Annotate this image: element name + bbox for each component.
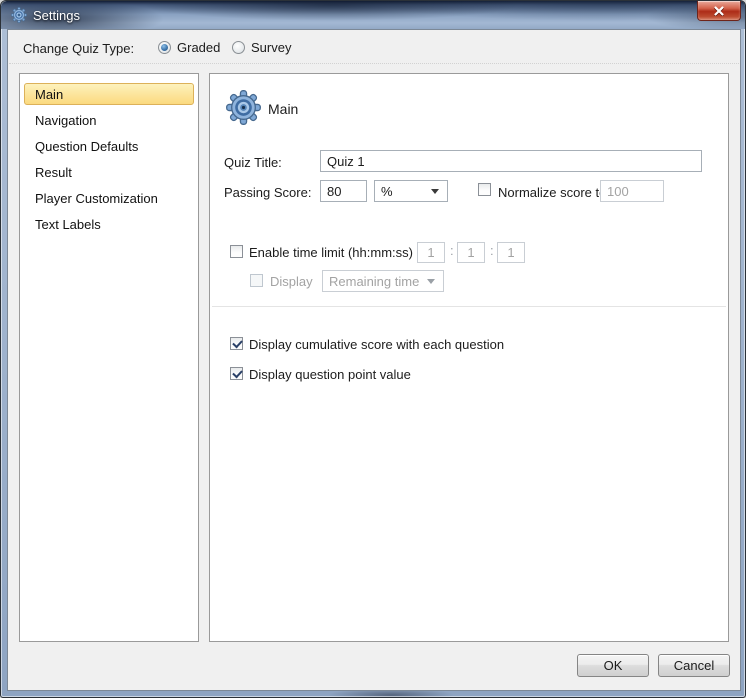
display-time-dropdown: Remaining time [322, 270, 444, 292]
passing-score-input[interactable] [320, 180, 367, 202]
cumulative-score-checkbox[interactable] [230, 337, 243, 350]
chevron-down-icon [427, 279, 435, 284]
radio-survey-circle[interactable] [232, 41, 245, 54]
point-value-checkbox[interactable] [230, 367, 243, 380]
sidebar-item-main[interactable]: Main [24, 83, 194, 105]
cumulative-score-label: Display cumulative score with each quest… [249, 337, 505, 352]
sidebar-item-text-labels[interactable]: Text Labels [24, 213, 194, 235]
radio-graded[interactable]: Graded [158, 40, 220, 55]
header-separator [9, 63, 739, 64]
enable-time-limit-checkbox[interactable] [230, 245, 243, 258]
normalize-score-label: Normalize score to: [498, 185, 610, 200]
time-colon: : [450, 243, 454, 258]
passing-score-unit-dropdown[interactable]: % [374, 180, 448, 202]
time-limit-hours-input [417, 242, 445, 263]
sidebar-item-navigation[interactable]: Navigation [24, 109, 194, 131]
window-title: Settings [33, 8, 80, 23]
close-icon [714, 5, 724, 16]
display-time-value: Remaining time [329, 273, 420, 289]
title-bar[interactable]: Settings [1, 1, 745, 29]
radio-survey-label: Survey [251, 40, 292, 55]
sidebar-item-result[interactable]: Result [24, 161, 194, 183]
quiz-title-label: Quiz Title: [224, 155, 282, 170]
time-colon: : [490, 243, 494, 258]
display-time-label: Display [270, 274, 313, 289]
settings-dialog: Settings Change Quiz Type: Graded Survey… [0, 0, 746, 698]
passing-score-unit-value: % [381, 183, 393, 199]
change-quiz-type-label: Change Quiz Type: [23, 41, 135, 56]
settings-sidebar: Main Navigation Question Defaults Result… [19, 73, 199, 642]
main-settings-panel: Main Quiz Title: Passing Score: % Normal… [209, 73, 729, 642]
passing-score-label: Passing Score: [224, 185, 312, 200]
panel-heading: Main [268, 101, 299, 117]
time-limit-minutes-input [457, 242, 485, 263]
radio-survey[interactable]: Survey [232, 40, 291, 55]
normalize-score-checkbox[interactable] [478, 183, 491, 196]
quiz-title-input[interactable] [320, 150, 702, 172]
chevron-down-icon [431, 189, 439, 194]
gear-icon [11, 7, 27, 23]
time-limit-seconds-input [497, 242, 525, 263]
ok-button[interactable]: OK [577, 654, 649, 677]
close-button[interactable] [697, 1, 741, 21]
radio-graded-circle[interactable] [158, 41, 171, 54]
sidebar-item-player-customization[interactable]: Player Customization [24, 187, 194, 209]
section-separator [212, 306, 726, 307]
point-value-label: Display question point value [249, 367, 411, 382]
sidebar-item-question-defaults[interactable]: Question Defaults [24, 135, 194, 157]
gear-icon [226, 90, 261, 125]
enable-time-limit-label: Enable time limit (hh:mm:ss) [249, 245, 413, 260]
radio-graded-label: Graded [177, 40, 221, 55]
normalize-score-input [600, 180, 664, 202]
display-time-checkbox [250, 274, 263, 287]
cancel-button[interactable]: Cancel [658, 654, 730, 677]
